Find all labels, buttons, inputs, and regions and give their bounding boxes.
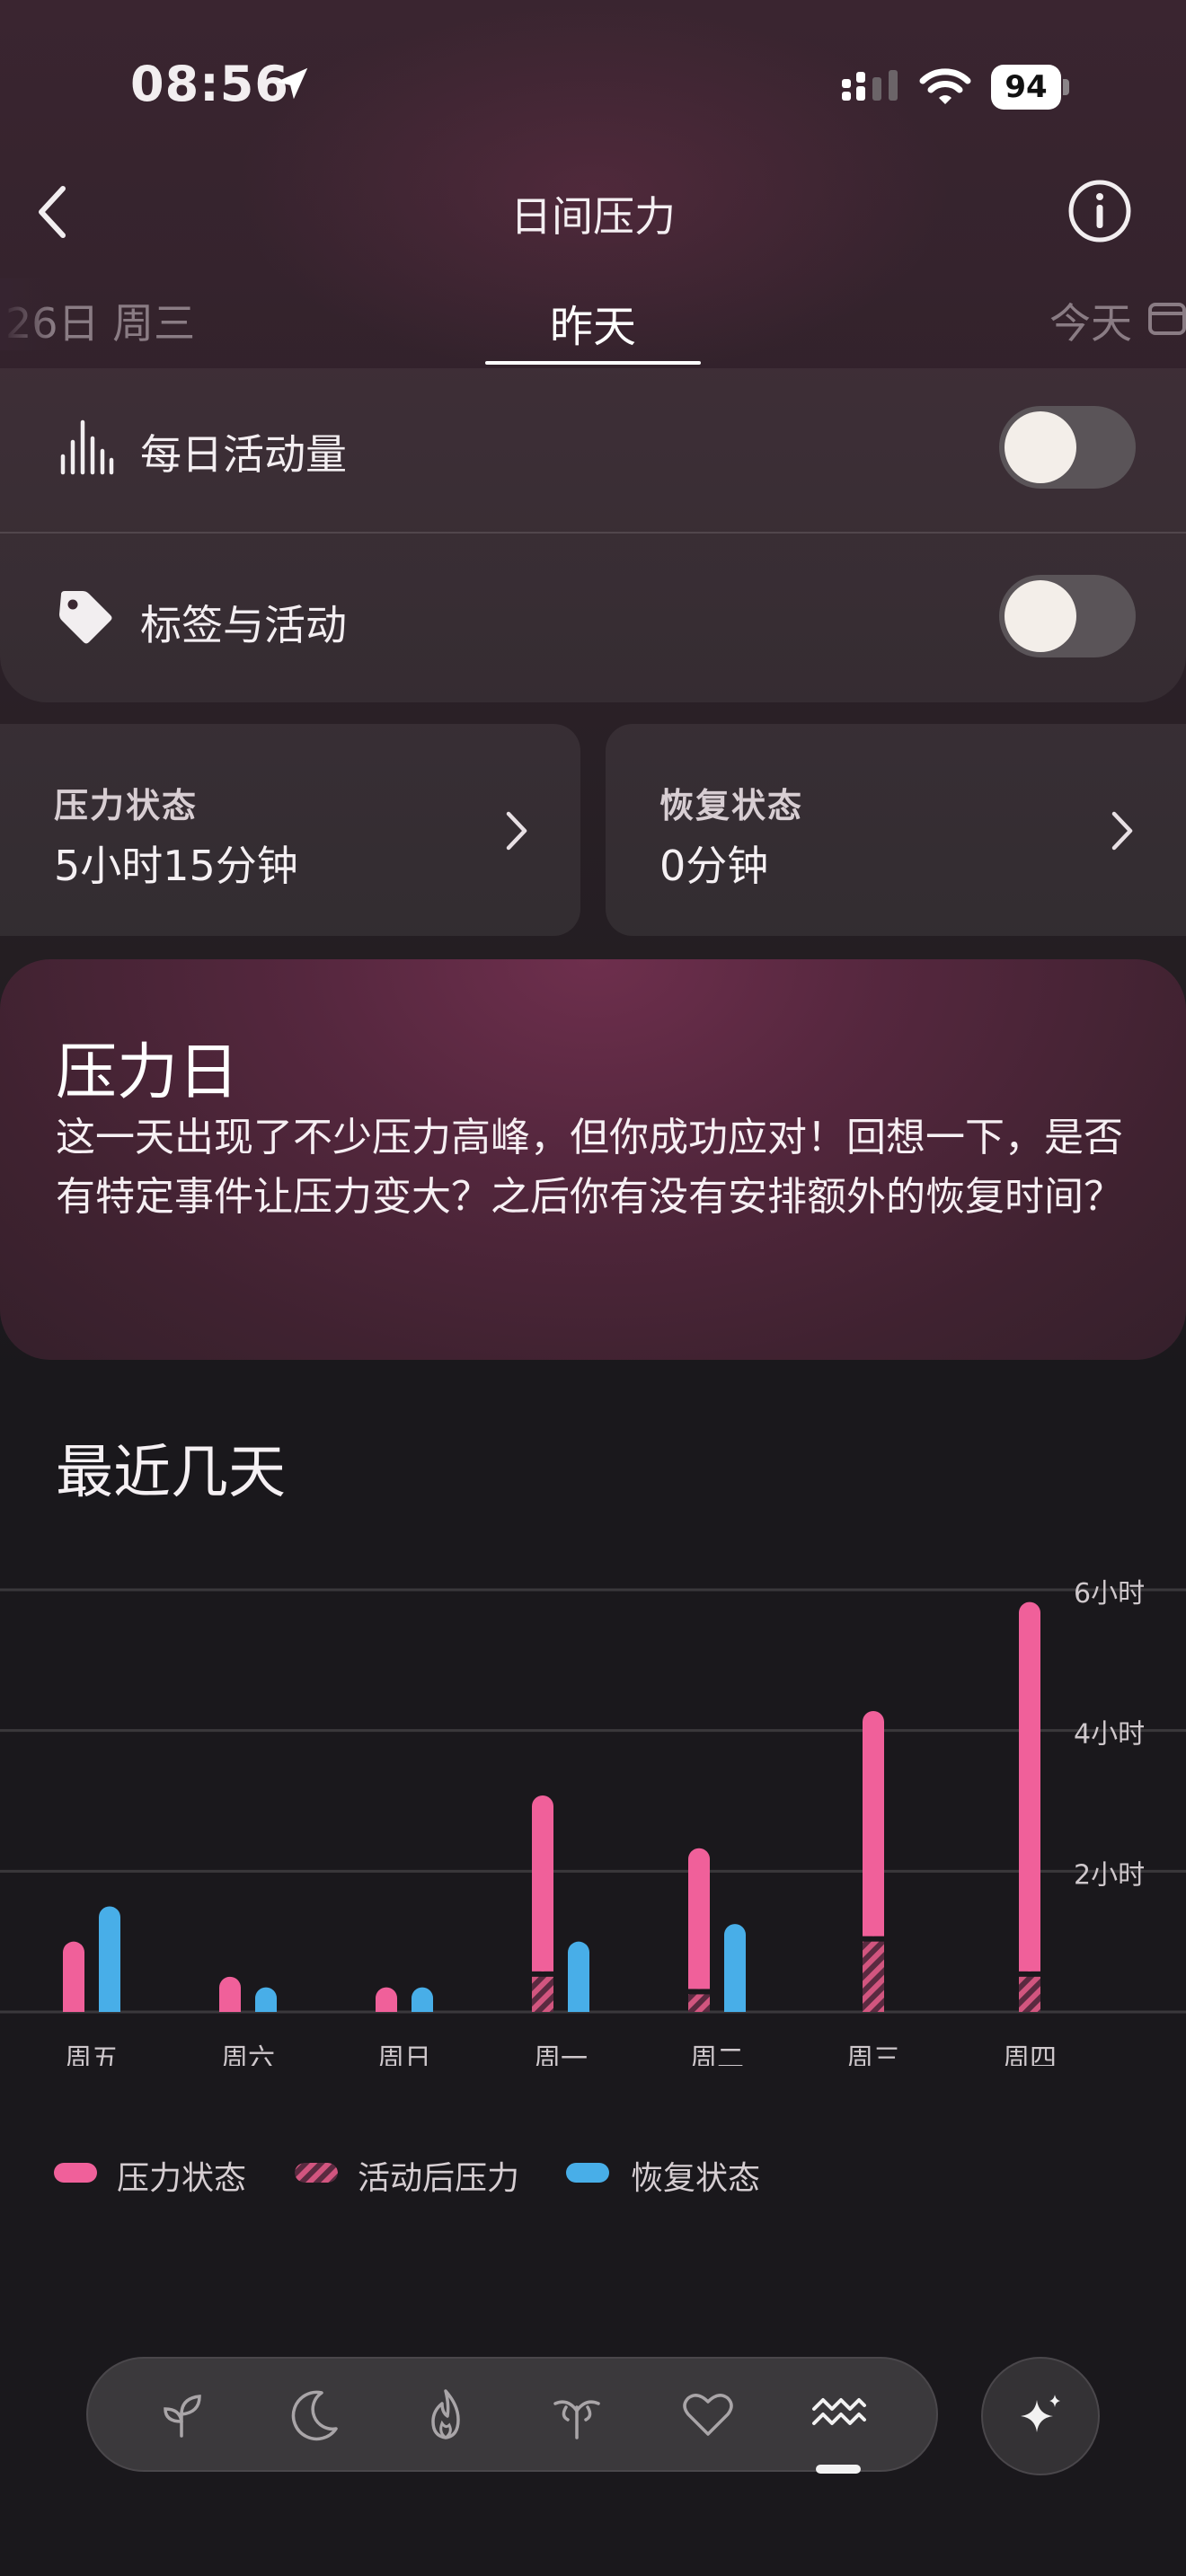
- battery-indicator: 94: [991, 65, 1070, 110]
- chart-y-tick-label: 2小时: [1074, 1859, 1145, 1891]
- chart-x-tick-label: 周三: [846, 2043, 900, 2066]
- legend-swatch-post-activity: [295, 2163, 338, 2183]
- sprout-icon[interactable]: [155, 2386, 212, 2443]
- location-arrow-icon: [276, 67, 308, 100]
- legend-swatch-stress: [54, 2163, 97, 2183]
- legend-label-recovery: 恢复状态: [631, 2160, 761, 2197]
- tab-fade: [0, 278, 54, 350]
- chart-bar-stress: [863, 1711, 884, 1936]
- legend-label-post-activity: 活动后压力: [358, 2160, 520, 2197]
- legend-label-stress: 压力状态: [117, 2160, 247, 2197]
- insight-title: 压力日: [56, 1037, 240, 1108]
- chart-bar-recovery: [99, 1906, 120, 2012]
- tag-icon: [59, 591, 112, 644]
- calendar-icon[interactable]: [1146, 299, 1186, 335]
- chart-x-tick-label: 周日: [377, 2043, 431, 2066]
- chart-y-tick-label: 4小时: [1074, 1719, 1145, 1751]
- chart-bar-recovery-base: [99, 2001, 120, 2012]
- chart-x-tick-label: 周四: [1003, 2043, 1057, 2066]
- chevron-right-icon: [506, 811, 527, 851]
- chart-bar-stress-base: [63, 2001, 84, 2012]
- chart-bar-post-activity: [532, 1976, 553, 2012]
- sparkles-icon: [1021, 2395, 1060, 2432]
- stress-status-title: 压力状态: [54, 786, 199, 825]
- chart-bar-post-activity: [1019, 1976, 1040, 2012]
- back-chevron-icon[interactable]: [34, 183, 70, 241]
- stress-status-card[interactable]: 压力状态 5小时15分钟: [0, 724, 580, 936]
- chart-bar-recovery-base: [724, 2001, 746, 2012]
- info-icon[interactable]: [1067, 178, 1133, 244]
- chart-bar-stress: [688, 1848, 710, 1989]
- activity-toggle[interactable]: [999, 406, 1136, 489]
- activity-bars-icon: [60, 419, 114, 475]
- chart-bar-stress: [1019, 1601, 1040, 1972]
- recovery-status-title: 恢复状态: [659, 786, 804, 825]
- tags-toggle[interactable]: [999, 575, 1136, 657]
- activity-rings-icon[interactable]: [548, 2386, 606, 2443]
- chart-bar-stress: [532, 1795, 553, 1972]
- row-divider: [0, 532, 1186, 534]
- active-tab-underline: [485, 361, 701, 365]
- flame-icon[interactable]: [417, 2386, 474, 2443]
- chart-x-tick-label: 周一: [534, 2043, 588, 2066]
- chevron-right-icon: [1111, 811, 1133, 851]
- recovery-status-value: 0分钟: [659, 842, 769, 890]
- nav-active-indicator: [816, 2465, 861, 2474]
- section-title: 最近几天: [56, 1440, 286, 1506]
- heart-icon[interactable]: [679, 2386, 737, 2443]
- chart-bar-stress-base: [1019, 1960, 1040, 1972]
- date-tab-current[interactable]: 昨天: [485, 291, 701, 354]
- chart-bar-stress-base: [219, 2001, 241, 2012]
- chart-bar-stress-base: [376, 2001, 397, 2012]
- chart-x-tick-label: 周六: [221, 2043, 275, 2066]
- chart-bar-recovery-base: [568, 2001, 589, 2012]
- moon-icon[interactable]: [286, 2386, 343, 2443]
- waves-icon[interactable]: [810, 2386, 868, 2443]
- chart-x-tick-label: 周二: [690, 2043, 744, 2066]
- chart-bar-recovery-base: [255, 2001, 277, 2012]
- toggles-card: [0, 368, 1186, 702]
- status-time: 08:56: [130, 56, 289, 112]
- insight-body: 这一天出现了不少压力高峰，但你成功应对！回想一下，是否有特定事件让压力变大？之后…: [56, 1115, 1123, 1220]
- chart-y-tick-label: 6小时: [1074, 1578, 1145, 1610]
- toggle-label-tags: 标签与活动: [140, 601, 347, 649]
- chart-bar-recovery-base: [412, 2001, 433, 2012]
- wifi-icon: [919, 68, 971, 104]
- cellular-signal-icon: [842, 70, 898, 101]
- chart-x-tick-label: 周五: [65, 2043, 119, 2066]
- chart-bar-stress-base: [688, 1978, 710, 1989]
- recovery-status-card[interactable]: 恢复状态 0分钟: [606, 724, 1186, 936]
- recent-days-chart: 2小时 4小时 6小时周五 周六 周日 周一 周二 周三 周四: [0, 1578, 1186, 2066]
- chart-bar-post-activity: [863, 1941, 884, 2012]
- chart-bar-stress-base: [532, 1960, 553, 1972]
- battery-level: 94: [991, 65, 1061, 110]
- legend-swatch-recovery: [566, 2163, 609, 2183]
- stress-status-value: 5小时15分钟: [54, 842, 298, 890]
- chart-bar-post-activity: [688, 1994, 710, 2012]
- chart-bar-recovery: [724, 1924, 746, 2012]
- toggle-label-activity: 每日活动量: [140, 430, 347, 479]
- date-tab-next[interactable]: 今天: [1049, 291, 1132, 350]
- chart-bar-stress-base: [863, 1925, 884, 1936]
- page-title: 日间压力: [510, 192, 676, 241]
